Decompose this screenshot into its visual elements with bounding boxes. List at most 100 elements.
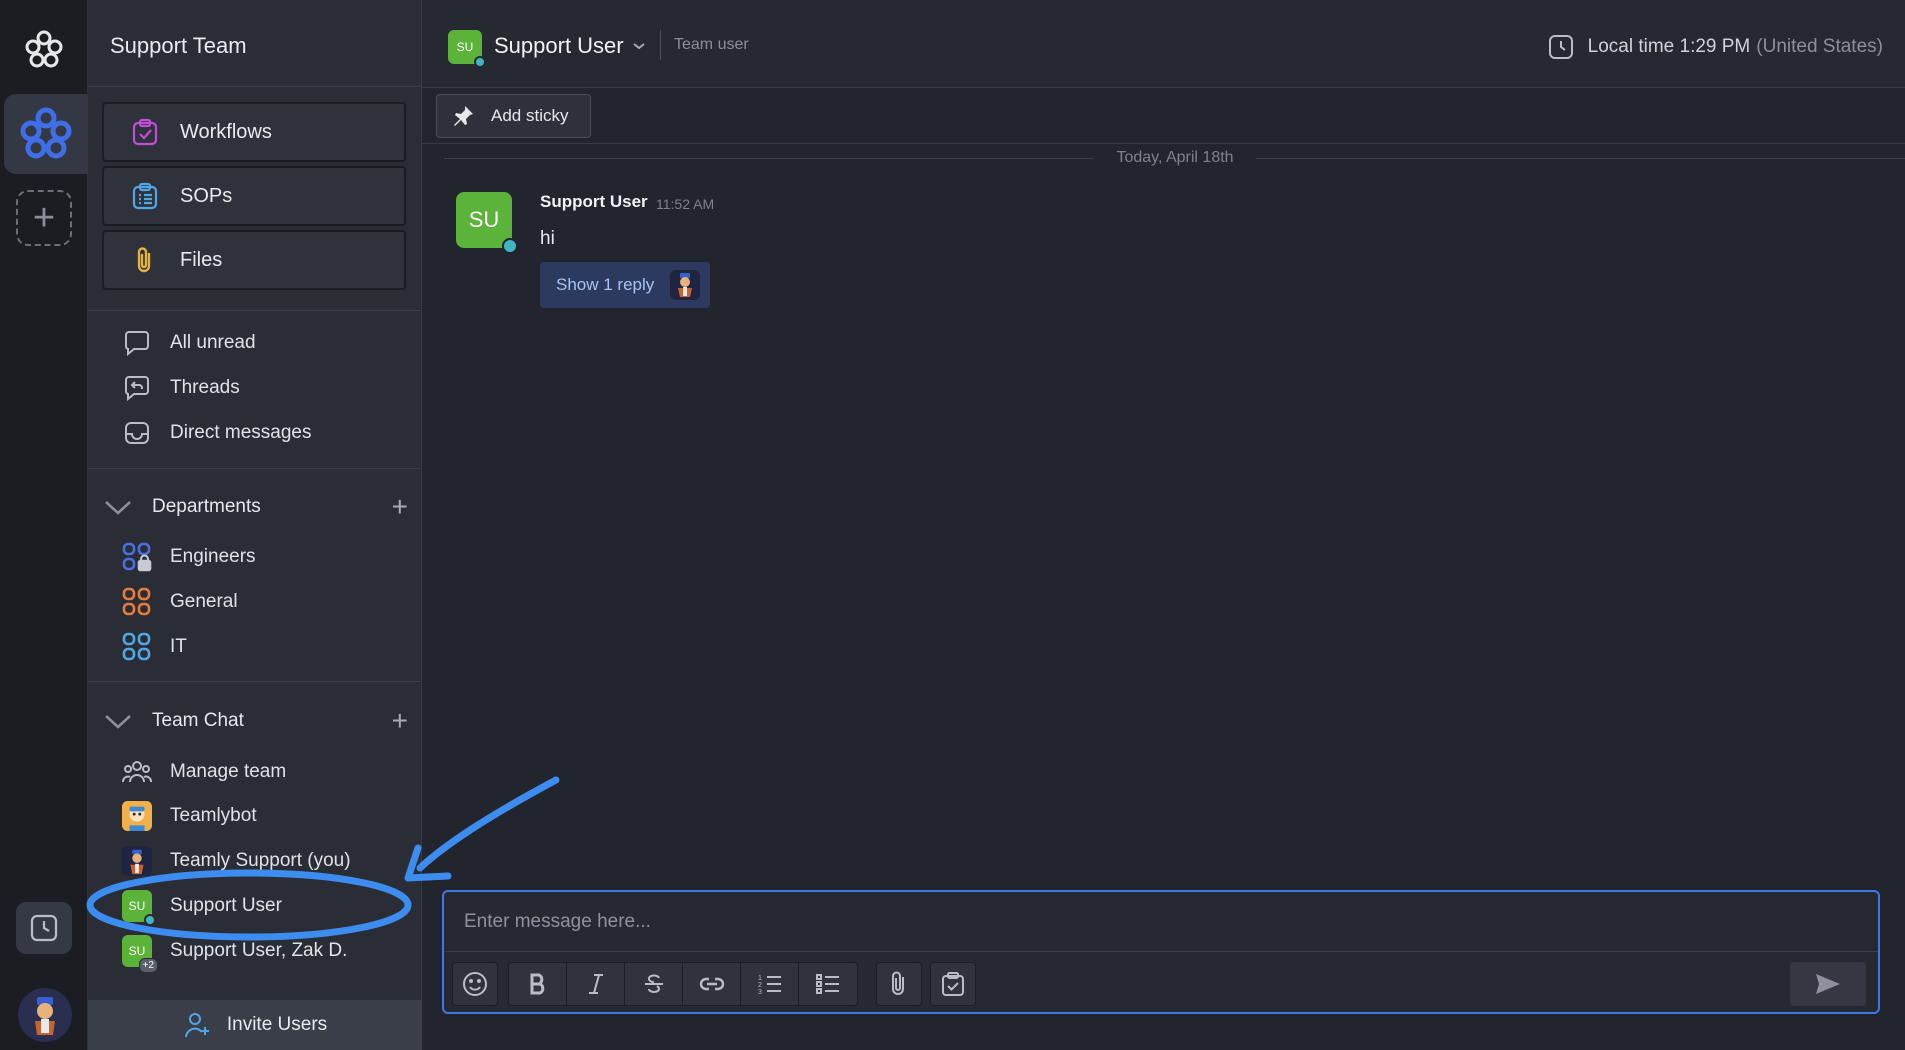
chat-teamly-support[interactable]: Teamly Support (you)	[122, 843, 351, 879]
manage-team[interactable]: Manage team	[122, 754, 286, 790]
user-role: Team user	[674, 36, 749, 53]
mascot-avatar-icon	[670, 270, 700, 300]
mascot-avatar-icon	[35, 997, 55, 1035]
add-workspace-button[interactable]: +	[16, 190, 72, 246]
show-replies-label: Show 1 reply	[556, 275, 655, 294]
team-chat-header[interactable]: Team Chat +	[102, 703, 408, 739]
workflows-label: Workflows	[180, 120, 272, 143]
local-time-value: Local time 1:29 PM	[1587, 36, 1751, 57]
app-logo-icon[interactable]	[22, 28, 66, 72]
chat-title: Support User	[494, 33, 624, 58]
add-user-icon	[184, 1013, 209, 1038]
paperclip-icon	[137, 247, 151, 273]
message-author[interactable]: Support User	[540, 192, 648, 212]
manage-team-label: Manage team	[170, 761, 287, 782]
chat-title-dropdown[interactable]: Support User	[494, 33, 648, 59]
department-it-label: IT	[170, 636, 187, 657]
paperclip-icon	[892, 971, 904, 995]
attach-group	[876, 962, 922, 1006]
send-icon	[1816, 974, 1840, 994]
emoji-button[interactable]	[453, 963, 497, 1005]
divider	[88, 310, 422, 311]
emoji-icon	[463, 972, 487, 996]
message-avatar[interactable]: SU	[456, 192, 518, 254]
mascot-avatar-icon	[122, 846, 152, 876]
ordered-list-button[interactable]: 123	[741, 963, 799, 1005]
workspace-logo-icon	[20, 107, 72, 159]
workflow-icon	[942, 972, 964, 996]
chat-panel: SU Support User Team user Local time 1:2…	[422, 0, 1905, 1050]
bullet-list-button[interactable]	[799, 963, 857, 1005]
italic-button[interactable]	[567, 963, 625, 1005]
svg-text:1: 1	[758, 975, 762, 982]
avatar-initials: SU	[128, 899, 146, 913]
chat-teamly-support-label: Teamly Support (you)	[170, 850, 351, 871]
chat-group-label: Support User, Zak D.	[170, 940, 348, 961]
nav-threads[interactable]: Threads	[122, 370, 240, 406]
bold-button[interactable]	[509, 963, 567, 1005]
invite-users-button[interactable]: Invite Users	[88, 1000, 422, 1050]
avatar: SU	[122, 890, 156, 926]
files-label: Files	[180, 248, 223, 271]
svg-text:2: 2	[758, 982, 762, 989]
divider	[660, 30, 661, 60]
chat-teamlybot[interactable]: Teamlybot	[122, 798, 257, 834]
add-department-button[interactable]: +	[392, 491, 408, 523]
online-status-dot	[144, 914, 156, 926]
attach-file-button[interactable]	[877, 963, 921, 1005]
member-count-badge: +2	[138, 958, 158, 973]
workspace-support-team[interactable]	[4, 94, 88, 174]
nav-direct-messages[interactable]: Direct messages	[122, 415, 312, 451]
italic-icon	[588, 974, 603, 994]
link-button[interactable]	[683, 963, 741, 1005]
date-separator: Today, April 18th	[444, 148, 1905, 168]
message-text: hi	[540, 228, 555, 249]
threads-icon	[122, 373, 152, 403]
local-time-region: (United States)	[1756, 36, 1883, 57]
department-general[interactable]: General	[122, 584, 238, 620]
add-chat-button[interactable]: +	[392, 705, 408, 737]
header-avatar[interactable]: SU	[448, 30, 486, 68]
invite-users-label: Invite Users	[226, 1014, 328, 1035]
emoji-group	[452, 962, 498, 1006]
chat-support-user-label: Support User	[170, 895, 282, 916]
departments-header[interactable]: Departments +	[102, 489, 408, 525]
divider	[444, 157, 1095, 159]
chat-support-user[interactable]: SU Support User	[122, 888, 282, 926]
sops-label: SOPs	[180, 184, 233, 207]
channel-icon	[122, 587, 152, 617]
online-status-dot	[502, 238, 518, 254]
nav-all-unread[interactable]: All unread	[122, 325, 256, 361]
link-icon	[699, 977, 724, 991]
history-button[interactable]	[16, 902, 72, 954]
show-replies-button[interactable]: Show 1 reply	[540, 262, 710, 308]
sops-button[interactable]: SOPs	[102, 166, 406, 226]
support-user-avatar: SU	[122, 890, 156, 926]
files-button[interactable]: Files	[102, 230, 406, 290]
current-user-avatar[interactable]	[18, 988, 72, 1042]
add-sticky-button[interactable]: Add sticky	[436, 94, 592, 138]
pin-icon	[454, 106, 473, 126]
app-window: + Support Team Workflows SOPs Files All …	[0, 0, 1905, 1050]
department-it[interactable]: IT	[122, 629, 187, 665]
message-input[interactable]	[444, 892, 1878, 952]
team-chat-title: Team Chat	[152, 710, 244, 731]
nav-all-unread-label: All unread	[170, 332, 256, 353]
clock-icon	[30, 914, 58, 942]
chat-group-support-user-zak[interactable]: SU +2 Support User, Zak D.	[122, 933, 348, 973]
attach-workflow-button[interactable]	[931, 963, 975, 1005]
group-avatar: SU +2	[122, 935, 158, 973]
strikethrough-button[interactable]	[625, 963, 683, 1005]
workspace-title[interactable]: Support Team	[110, 33, 247, 59]
department-engineers[interactable]: Engineers	[122, 539, 256, 575]
workflow-icon	[132, 118, 158, 146]
send-button[interactable]	[1790, 962, 1866, 1006]
message-timestamp: 11:52 AM	[656, 196, 715, 212]
department-engineers-label: Engineers	[170, 546, 256, 567]
add-sticky-label: Add sticky	[491, 106, 569, 125]
divider	[1255, 157, 1905, 159]
divider	[88, 681, 422, 682]
sidebar: Support Team Workflows SOPs Files All un…	[88, 0, 422, 1050]
avatar: SU	[448, 30, 486, 68]
workflows-button[interactable]: Workflows	[102, 102, 406, 162]
